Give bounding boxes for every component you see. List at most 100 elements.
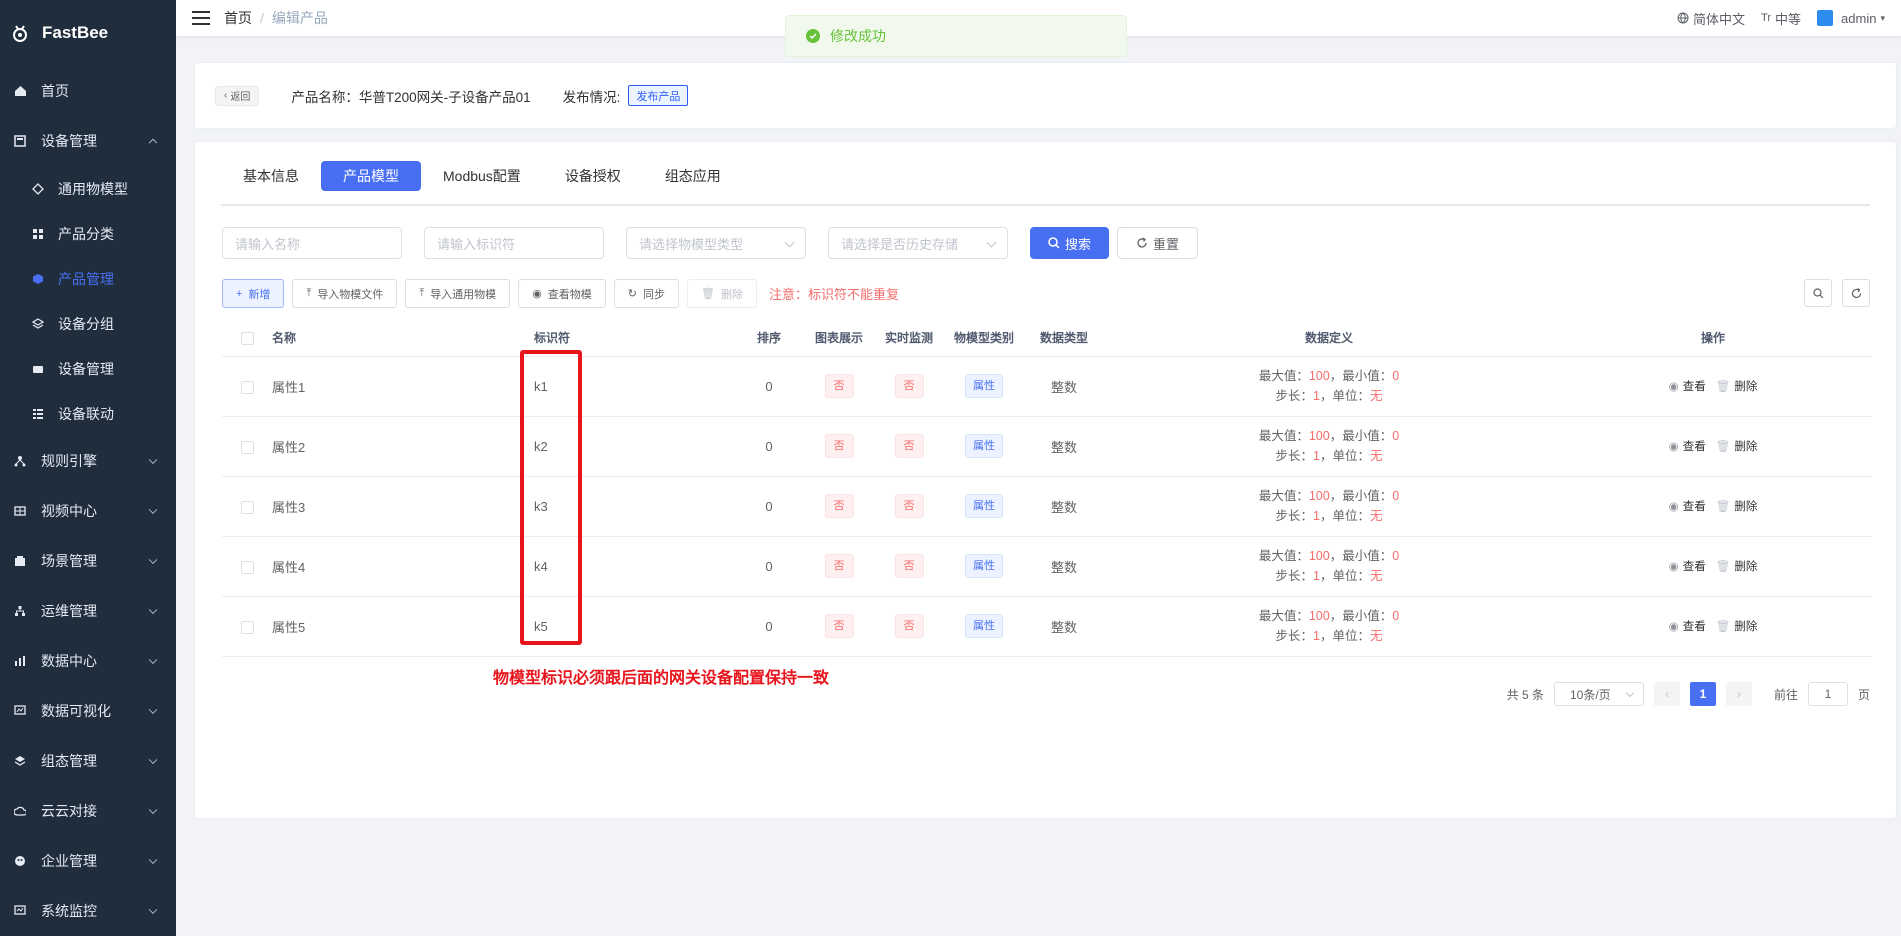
delete-button[interactable]: 🗑 删除 (1716, 558, 1758, 574)
cell-monitor: 否 (874, 536, 944, 597)
prev-page-button[interactable]: ‹ (1653, 682, 1680, 706)
batch-delete-button[interactable]: 🗑 删除 (687, 279, 757, 308)
cell-definition: 最大值：100，最小值：0 步长：1，单位：无 (1104, 416, 1554, 477)
name-search-input[interactable]: 请输入名称 (222, 227, 402, 259)
sidebar-item-label: 设备管理 (58, 360, 114, 377)
sidebar-item-enterprise[interactable]: 企业管理 (0, 836, 176, 886)
col-definition: 数据定义 (1104, 320, 1554, 357)
view-button[interactable]: ◉ 查看 (1669, 618, 1706, 634)
unit-label: ，单位： (1319, 449, 1370, 463)
row-checkbox[interactable] (240, 380, 254, 394)
fastbee-logo-icon (13, 25, 27, 42)
sidebar-item-scene-mgmt[interactable]: 场景管理 (0, 536, 176, 586)
toggle-search-button[interactable] (1804, 279, 1832, 307)
cell-order: 0 (734, 536, 804, 597)
sidebar-item-data-center[interactable]: 数据中心 (0, 636, 176, 686)
cell-actions: ◉ 查看 🗑 删除 (1554, 476, 1872, 537)
row-checkbox[interactable] (240, 620, 254, 634)
chevron-down-icon (148, 805, 158, 815)
page-number-button[interactable]: 1 (1689, 682, 1716, 706)
sidebar-item-label: 设备分组 (58, 315, 114, 332)
sidebar-item-product-mgmt[interactable]: 产品管理 (0, 256, 176, 301)
annotation-text: 物模型标识必须跟后面的网关设备配置保持一致 (493, 670, 830, 687)
delete-button[interactable]: 🗑 删除 (1716, 618, 1758, 634)
chevron-down-icon (148, 455, 158, 465)
min-value: 0 (1392, 369, 1400, 383)
chevron-down-icon (148, 755, 158, 765)
cell-identifier: k4 (534, 536, 734, 597)
tab-device-auth[interactable]: 设备授权 (543, 161, 643, 191)
user-menu[interactable]: admin ▾ (1817, 10, 1885, 26)
sync-button[interactable]: ↻ 同步 (613, 279, 680, 308)
sidebar-item-video-center[interactable]: 视频中心 (0, 486, 176, 536)
cell-identifier: k5 (534, 596, 734, 657)
plus-icon: + (236, 287, 243, 300)
back-button[interactable]: ‹ 返回 (215, 85, 260, 106)
enterprise-icon (13, 854, 27, 868)
import-common-model-button[interactable]: ⤒ 导入通用物模 (405, 279, 511, 308)
sidebar-item-device-mgmt[interactable]: 设备管理 (0, 116, 176, 166)
sidebar-item-label: 系统监控 (41, 903, 97, 919)
menu-toggle-icon[interactable] (192, 11, 210, 25)
view-button[interactable]: ◉ 查看 (1669, 378, 1706, 394)
page-jump-input[interactable]: 1 (1807, 682, 1848, 706)
sidebar-item-home[interactable]: 首页 (0, 66, 176, 116)
view-button[interactable]: ◉ 查看 (1669, 558, 1706, 574)
view-button[interactable]: ◉ 查看 (1669, 498, 1706, 514)
view-model-button[interactable]: ◉ 查看物模 (518, 279, 606, 308)
search-icon (1812, 287, 1823, 298)
tab-product-model[interactable]: 产品模型 (321, 161, 421, 191)
tab-basic-info[interactable]: 基本信息 (221, 161, 321, 191)
sidebar-item-config-mgmt[interactable]: 组态管理 (0, 736, 176, 786)
sidebar-item-device-linkage[interactable]: 设备联动 (0, 391, 176, 436)
product-name: 产品名称：华普T200网关-子设备产品01 (291, 89, 531, 105)
row-actions: ◉ 查看 🗑 删除 (1554, 558, 1872, 574)
cell-category: 属性 (944, 416, 1024, 477)
sidebar-item-device-group[interactable]: 设备分组 (0, 301, 176, 346)
row-checkbox-cell (222, 536, 272, 597)
delete-button[interactable]: 🗑 删除 (1716, 498, 1758, 514)
row-checkbox[interactable] (240, 440, 254, 454)
row-checkbox[interactable] (240, 500, 254, 514)
reset-button[interactable]: 重置 (1117, 227, 1199, 259)
sidebar-item-device-list[interactable]: 设备管理 (0, 346, 176, 391)
page-size-select[interactable]: 10条/页 (1553, 682, 1644, 706)
view-button[interactable]: ◉ 查看 (1669, 438, 1706, 454)
tab-scada-app[interactable]: 组态应用 (643, 161, 743, 191)
sidebar-item-ops-mgmt[interactable]: 运维管理 (0, 586, 176, 636)
sidebar-item-rule-engine[interactable]: 规则引擎 (0, 436, 176, 486)
sidebar-item-common-model[interactable]: 通用物模型 (0, 166, 176, 211)
search-button[interactable]: 搜索 (1030, 227, 1110, 259)
max-value: 100 (1308, 429, 1330, 443)
sidebar-item-sys-monitor[interactable]: 系统监控 (0, 886, 176, 936)
refresh-table-button[interactable] (1842, 279, 1870, 307)
import-model-file-button[interactable]: ⤒ 导入物模文件 (292, 279, 398, 308)
delete-button[interactable]: 🗑 删除 (1716, 378, 1758, 394)
next-page-button[interactable]: › (1725, 682, 1752, 706)
history-storage-select[interactable]: 请选择是否历史存储 (828, 227, 1008, 259)
tab-modbus-config[interactable]: Modbus配置 (421, 161, 543, 191)
sidebar-item-data-visual[interactable]: 数据可视化 (0, 686, 176, 736)
row-checkbox[interactable] (240, 560, 254, 574)
size-switch[interactable]: Tr 中等 (1761, 9, 1801, 28)
submenu-device-mgmt: 通用物模型 产品分类 产品管理 设备分组 设备管理 设备联动 (0, 166, 176, 436)
sidebar-item-cloud-link[interactable]: 云云对接 (0, 786, 176, 836)
min-value: 0 (1392, 549, 1400, 563)
select-all-checkbox[interactable] (240, 331, 254, 345)
chevron-down-icon (148, 555, 158, 565)
add-button[interactable]: + 新增 (222, 279, 285, 308)
search-icon (1048, 237, 1060, 249)
chart-tag: 否 (824, 374, 854, 398)
col-category: 物模型类别 (944, 320, 1024, 357)
publish-product-button[interactable]: 发布产品 (628, 85, 689, 106)
delete-button[interactable]: 🗑 删除 (1716, 438, 1758, 454)
breadcrumb-home[interactable]: 首页 (224, 10, 252, 26)
select-placeholder: 请选择是否历史存储 (841, 236, 959, 252)
logo[interactable]: FastBee (0, 0, 176, 66)
model-type-select[interactable]: 请选择物模型类型 (626, 227, 806, 259)
filter-bar: 请输入名称 请输入标识符 请选择物模型类型 请选择是否历史存储 搜索 重置 (222, 227, 1199, 259)
language-switch[interactable]: 简体中文 (1677, 9, 1745, 28)
identifier-search-input[interactable]: 请输入标识符 (424, 227, 604, 259)
sidebar-item-product-category[interactable]: 产品分类 (0, 211, 176, 256)
sidebar-item-label: 云云对接 (41, 803, 97, 819)
